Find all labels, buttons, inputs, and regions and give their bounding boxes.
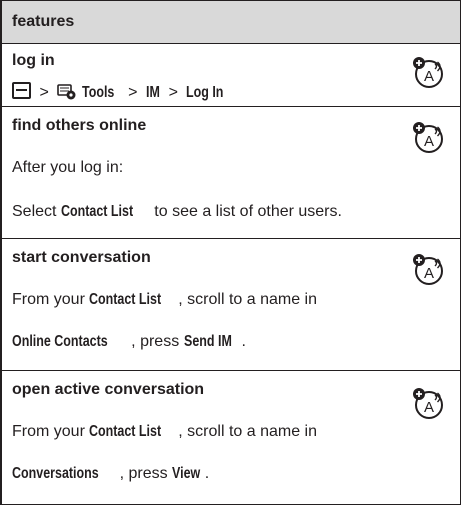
section-title: open active conversation	[12, 381, 205, 398]
svg-text:A: A	[424, 399, 434, 416]
send-im-label: Send IM	[183, 333, 232, 350]
text-span: Select	[12, 203, 61, 220]
section-find-others-online: find others online A After you log in: S…	[2, 107, 460, 237]
path-separator: >	[128, 84, 138, 101]
section-start-conversation: start conversation A From your Contact L…	[2, 239, 460, 369]
text-span: .	[241, 333, 246, 350]
svg-text:A: A	[424, 265, 434, 282]
body-text: From your Contact List , scroll to a name…	[12, 291, 317, 309]
text-span: From your	[12, 423, 90, 440]
path-im: IM	[145, 84, 160, 101]
view-label: View	[172, 465, 201, 482]
path-log-in: Log In	[186, 84, 224, 101]
network-feature-icon: A	[413, 388, 443, 419]
network-feature-icon: A	[413, 254, 443, 285]
body-text: Select Contact List to see a list of oth…	[12, 203, 342, 221]
path-separator: >	[39, 84, 49, 101]
text-span: .	[204, 465, 210, 482]
contact-list-label: Contact List	[89, 291, 162, 308]
body-text: Online Contacts , press Send IM.	[12, 333, 246, 351]
tools-icon	[57, 84, 76, 100]
section-title: find others online	[12, 117, 147, 134]
text-span: , scroll to a name in	[178, 423, 318, 440]
table-header-title: features	[12, 13, 75, 30]
network-feature-icon: A	[413, 57, 443, 88]
section-title: start conversation	[12, 249, 151, 266]
svg-text:A: A	[424, 68, 434, 85]
section-title: log in	[12, 52, 55, 69]
path-tools: Tools	[81, 84, 115, 101]
contact-list-label: Contact List	[89, 423, 162, 440]
text-span: , press	[131, 333, 184, 350]
body-text: After you log in:	[12, 159, 124, 176]
table-header: features	[2, 1, 460, 44]
menu-key-icon	[12, 82, 31, 99]
svg-text:A: A	[424, 133, 434, 150]
feature-table: features log in A > Tools > IM > Log In	[0, 0, 461, 505]
text-span: , press	[119, 465, 173, 482]
section-open-active-conversation: open active conversation A From your Con…	[2, 371, 460, 505]
body-text: From your Contact List , scroll to a name…	[12, 423, 317, 441]
network-feature-icon: A	[413, 122, 443, 153]
online-contacts-label: Online Contacts	[12, 333, 108, 350]
menu-path: > Tools > IM > Log In	[12, 82, 231, 102]
body-text: Conversations , press View.	[12, 465, 209, 483]
section-log-in: log in A > Tools > IM > Log In	[2, 44, 460, 106]
contact-list-label: Contact List	[60, 203, 134, 220]
conversations-label: Conversations	[12, 465, 99, 482]
text-span: From your	[12, 291, 90, 308]
text-span: to see a list of other users.	[149, 203, 342, 220]
path-separator: >	[168, 84, 178, 101]
text-span: , scroll to a name in	[178, 291, 318, 308]
